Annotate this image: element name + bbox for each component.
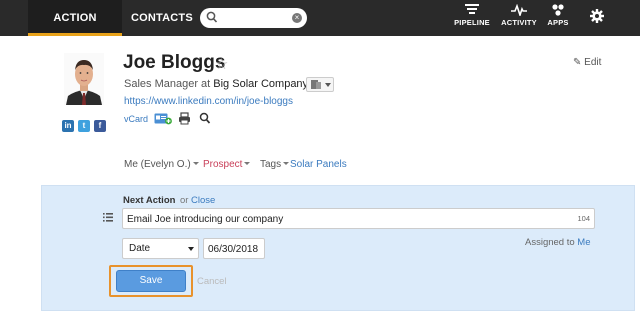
next-action-input[interactable] — [127, 211, 567, 227]
character-count: 104 — [577, 214, 590, 223]
tag-solar-panels[interactable]: Solar Panels — [290, 159, 347, 170]
assigned-to: Assigned to Me — [525, 237, 591, 248]
linkedin-url-link[interactable]: https://www.linkedin.com/in/joe-bloggs — [124, 96, 293, 107]
nav-pipeline-label: PIPELINE — [454, 18, 490, 27]
pipeline-icon — [465, 4, 479, 14]
nav-apps[interactable]: APPS — [543, 4, 573, 34]
gear-icon — [590, 9, 604, 23]
or-text: or — [180, 195, 189, 206]
search-contact-icon[interactable] — [199, 112, 211, 125]
print-icon[interactable] — [178, 112, 191, 125]
due-date-field[interactable] — [203, 238, 265, 259]
nav-apps-label: APPS — [547, 18, 569, 27]
tab-contacts[interactable]: CONTACTS — [131, 0, 193, 36]
search-icon — [206, 11, 218, 23]
building-icon-secondary — [316, 82, 321, 89]
company-name[interactable]: Big Solar Company — [213, 78, 308, 90]
twitter-icon[interactable]: t — [78, 120, 90, 132]
status-dropdown[interactable]: Prospect — [203, 159, 251, 170]
date-type-value: Date — [129, 243, 151, 254]
date-type-select[interactable]: Date — [122, 238, 199, 259]
add-card-icon[interactable] — [154, 112, 172, 125]
nav-activity[interactable]: ACTIVITY — [499, 4, 539, 34]
contact-photo — [64, 53, 104, 105]
tags-dropdown[interactable]: Tags — [260, 159, 290, 170]
assignee-link[interactable]: Me — [577, 237, 590, 248]
nav-pipeline[interactable]: PIPELINE — [451, 4, 493, 34]
settings-button[interactable] — [586, 8, 608, 38]
activity-icon — [511, 4, 527, 16]
pencil-icon: ✎ — [573, 57, 582, 68]
edit-button[interactable]: ✎ Edit — [573, 57, 601, 68]
cancel-link[interactable]: Cancel — [197, 276, 227, 287]
vcard-link[interactable]: vCard — [124, 114, 148, 124]
chevron-down-icon — [283, 162, 290, 165]
favorite-star-icon[interactable]: ☆ — [215, 55, 228, 73]
chevron-down-icon — [192, 162, 199, 165]
due-date-input[interactable] — [208, 242, 262, 256]
tags-label: Tags — [260, 159, 282, 170]
save-button-highlight: Save — [109, 265, 193, 297]
chevron-down-icon — [325, 83, 331, 87]
company-dropdown-button[interactable] — [306, 77, 334, 92]
contact-name: Joe Bloggs — [123, 52, 226, 73]
facebook-icon[interactable]: f — [94, 120, 106, 132]
assigned-to-label: Assigned to — [525, 237, 575, 248]
apps-icon — [552, 4, 564, 16]
owner-label: Me (Evelyn O.) — [124, 159, 191, 170]
tab-action-stream[interactable]: ACTION STREAM — [28, 0, 122, 60]
chevron-down-icon — [188, 247, 194, 251]
clear-search-icon[interactable]: × — [292, 13, 302, 23]
next-action-title: Next Action — [123, 195, 176, 206]
next-action-field[interactable]: 104 — [122, 208, 595, 229]
nav-activity-label: ACTIVITY — [501, 18, 537, 27]
list-icon[interactable] — [103, 213, 113, 222]
contact-title: Sales Manager at Big Solar Company — [124, 78, 308, 90]
owner-dropdown[interactable]: Me (Evelyn O.) — [124, 159, 199, 170]
edit-label: Edit — [584, 57, 602, 68]
status-label: Prospect — [203, 159, 243, 170]
linkedin-icon[interactable]: in — [62, 120, 74, 132]
save-button[interactable]: Save — [116, 270, 186, 292]
close-link[interactable]: Close — [191, 195, 215, 206]
chevron-down-icon — [244, 162, 251, 165]
search-box[interactable]: × — [200, 8, 307, 28]
job-title: Sales Manager at — [124, 78, 211, 90]
avatar — [64, 53, 104, 105]
top-navigation-bar: ACTION STREAM CONTACTS × PIPELINE ACTIVI… — [0, 0, 640, 60]
search-input[interactable] — [222, 10, 288, 26]
